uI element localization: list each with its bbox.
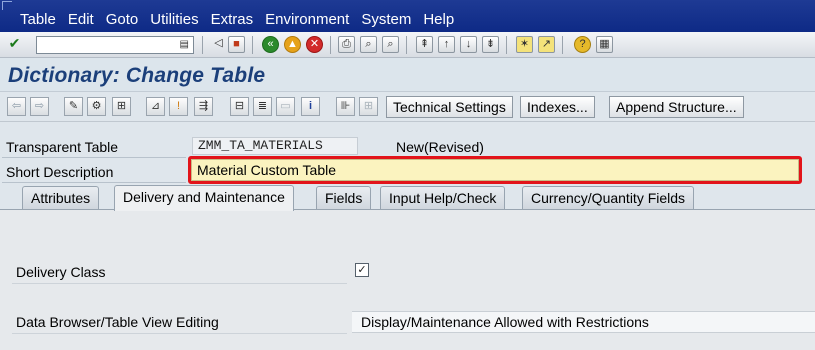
last-page-icon[interactable]: ⇟ — [482, 36, 499, 53]
help-icon[interactable]: ? — [574, 36, 591, 53]
check-icon[interactable]: ⊞ — [112, 97, 131, 116]
application-toolbar: ⇦ ⇨ ✎ ⚙ ⊞ ⊿ ! ⇶ ⊟ ≣ ▭ i ⊪ ⊞ Technical Se… — [0, 92, 815, 122]
navigation-window-icon[interactable]: ≣ — [253, 97, 272, 116]
save-icon[interactable]: ■ — [228, 36, 245, 53]
data-browser-value[interactable]: Display/Maintenance Allowed with Restric… — [352, 311, 815, 333]
tab-fields[interactable]: Fields — [316, 186, 372, 210]
command-input[interactable] — [37, 37, 175, 53]
tab-currency-quantity-fields[interactable]: Currency/Quantity Fields — [522, 186, 695, 210]
toolbar-separator — [330, 36, 331, 54]
tab-attributes[interactable]: Attributes — [22, 186, 100, 210]
menu-system[interactable]: System — [361, 11, 411, 28]
indexes-button[interactable]: Indexes... — [520, 96, 595, 118]
standard-toolbar: ✔ ▤ ◁ ■ « ▲ ✕ ⎙ ⌕ ⌕ ⇞ ↑ ↓ ⇟ ✶ ↗ ? ▦ — [0, 32, 815, 58]
label-underline — [12, 283, 347, 284]
status-text: New(Revised) — [396, 139, 484, 155]
sap-corner-icon[interactable] — [2, 1, 12, 10]
find-next-icon[interactable]: ⌕ — [382, 36, 399, 53]
first-page-icon[interactable]: ⇞ — [416, 36, 433, 53]
menu-extras[interactable]: Extras — [211, 11, 254, 28]
menu-bar: Table Edit Goto Utilities Extras Environ… — [0, 0, 815, 32]
table-contents-icon[interactable]: ⊞ — [359, 97, 378, 116]
menu-table[interactable]: Table — [20, 11, 56, 28]
structure-icon[interactable]: ⊪ — [336, 97, 355, 116]
data-browser-label: Data Browser/Table View Editing — [16, 314, 219, 330]
menu-edit[interactable]: Edit — [68, 11, 94, 28]
label-underline — [2, 157, 186, 158]
tab-delivery-and-maintenance[interactable]: Delivery and Maintenance — [114, 185, 294, 211]
page-title: Dictionary: Change Table — [8, 64, 266, 87]
toolbar-separator — [562, 36, 563, 54]
menu-environment[interactable]: Environment — [265, 11, 349, 28]
other-object-icon[interactable]: ⚙ — [87, 97, 106, 116]
forward-arrow-icon[interactable]: ⇨ — [30, 97, 49, 116]
info-icon[interactable]: i — [301, 97, 320, 116]
short-description-input[interactable] — [192, 160, 798, 180]
menu-utilities[interactable]: Utilities — [150, 11, 198, 28]
label-underline — [2, 182, 186, 183]
create-shortcut-icon[interactable]: ↗ — [538, 36, 555, 53]
next-page-icon[interactable]: ↓ — [460, 36, 477, 53]
cancel-icon[interactable]: ✕ — [306, 36, 323, 53]
display-change-icon[interactable]: ✎ — [64, 97, 83, 116]
title-bar: Dictionary: Change Table — [0, 58, 815, 92]
activate-icon[interactable]: ! — [169, 97, 188, 116]
short-description-field[interactable] — [191, 159, 799, 181]
exit-icon[interactable]: ▲ — [284, 36, 301, 53]
table-type-label: Transparent Table — [6, 139, 119, 155]
back-arrow-icon[interactable]: ⇦ — [7, 97, 26, 116]
where-used-icon[interactable]: ⊿ — [146, 97, 165, 116]
technical-settings-button[interactable]: Technical Settings — [386, 96, 513, 118]
short-description-label: Short Description — [6, 164, 114, 180]
toolbar-separator — [252, 36, 253, 54]
command-dropdown-icon[interactable]: ▤ — [180, 39, 189, 50]
tab-input-help-check[interactable]: Input Help/Check — [380, 186, 506, 210]
toolbar-separator — [202, 36, 203, 54]
label-underline — [12, 333, 347, 334]
display-object-list-icon[interactable]: ▭ — [276, 97, 295, 116]
toolbar-separator — [406, 36, 407, 54]
table-name-field: ZMM_TA_MATERIALS — [192, 137, 358, 155]
menu-items: Table Edit Goto Utilities Extras Environ… — [20, 11, 466, 28]
back-icon[interactable]: « — [262, 36, 279, 53]
append-structure-button[interactable]: Append Structure... — [609, 96, 744, 118]
object-list-icon[interactable]: ⊟ — [230, 97, 249, 116]
menu-goto[interactable]: Goto — [106, 11, 139, 28]
create-session-icon[interactable]: ✶ — [516, 36, 533, 53]
previous-page-icon[interactable]: ↑ — [438, 36, 455, 53]
delivery-class-label: Delivery Class — [16, 264, 106, 280]
layout-menu-icon[interactable]: ▦ — [596, 36, 613, 53]
find-icon[interactable]: ⌕ — [360, 36, 377, 53]
toolbar-separator — [506, 36, 507, 54]
print-icon[interactable]: ⎙ — [338, 36, 355, 53]
delivery-class-checkbox[interactable]: ✓ — [355, 263, 369, 277]
hierarchy-icon[interactable]: ⇶ — [194, 97, 213, 116]
history-left-icon[interactable]: ◁ — [210, 36, 227, 53]
menu-help[interactable]: Help — [423, 11, 454, 28]
command-field[interactable]: ▤ — [36, 36, 194, 54]
enter-check-icon[interactable]: ✔ — [6, 36, 23, 53]
